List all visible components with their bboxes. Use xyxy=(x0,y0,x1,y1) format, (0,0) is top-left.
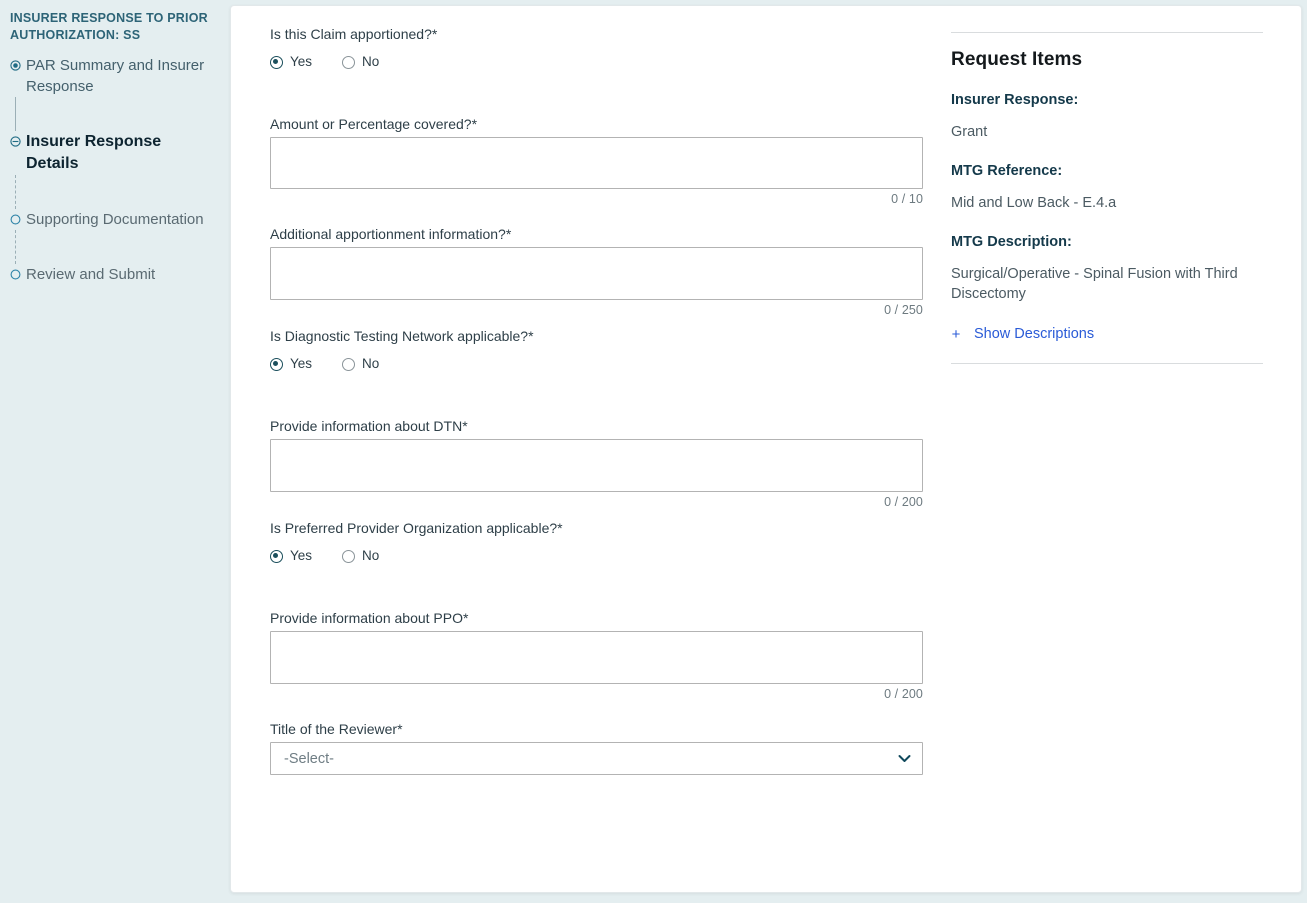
show-descriptions-label: Show Descriptions xyxy=(974,326,1094,342)
value-mtg-description: Surgical/Operative - Spinal Fusion with … xyxy=(951,264,1263,304)
stepper-title: INSURER RESPONSE TO PRIOR AUTHORIZATION:… xyxy=(10,10,216,43)
request-items-panel: Request Items Insurer Response: Grant MT… xyxy=(951,32,1263,364)
stepper-connector-2 xyxy=(15,175,16,209)
radio-mark-icon xyxy=(270,550,283,563)
filled-radio-icon xyxy=(10,60,21,71)
counter-ppo-info: 0 / 200 xyxy=(270,687,923,701)
label-mtg-description: MTG Description: xyxy=(951,233,1263,252)
panel-divider-bottom xyxy=(951,363,1263,364)
insurer-response-details-form: Is this Claim apportioned?* Yes No Amoun… xyxy=(270,25,925,775)
select-value: -Select- xyxy=(284,751,334,767)
wizard-stepper-sidebar: INSURER RESPONSE TO PRIOR AUTHORIZATION:… xyxy=(0,0,230,903)
label-amount-or-percentage-covered: Amount or Percentage covered?* xyxy=(270,115,925,133)
panel-divider-top xyxy=(951,32,1263,33)
radio-ppo-applicable-yes[interactable]: Yes xyxy=(270,549,332,563)
stepper-connector-3 xyxy=(15,230,16,264)
radio-mark-icon xyxy=(270,358,283,371)
value-mtg-reference: Mid and Low Back - E.4.a xyxy=(951,193,1263,213)
stepper-step-label: Supporting Documentation xyxy=(26,209,204,230)
stepper-connector-1 xyxy=(15,97,16,131)
radio-label: No xyxy=(362,357,379,371)
textarea-amount-or-percentage-covered[interactable] xyxy=(270,137,923,189)
show-descriptions-toggle[interactable]: + Show Descriptions xyxy=(951,326,1263,342)
radio-group-ppo-applicable[interactable]: Yes No xyxy=(270,549,925,563)
radio-dtn-applicable-yes[interactable]: Yes xyxy=(270,357,332,371)
stepper-step-label: Review and Submit xyxy=(26,264,155,285)
radio-group-dtn-applicable[interactable]: Yes No xyxy=(270,357,925,371)
radio-label: Yes xyxy=(290,549,312,563)
select-title-of-reviewer[interactable]: -Select- xyxy=(270,742,923,775)
radio-mark-icon xyxy=(342,358,355,371)
radio-label: No xyxy=(362,55,379,69)
radio-label: Yes xyxy=(290,55,312,69)
empty-circle-icon xyxy=(10,214,21,225)
label-mtg-reference: MTG Reference: xyxy=(951,162,1263,181)
label-claim-apportioned: Is this Claim apportioned?* xyxy=(270,25,925,43)
label-title-of-reviewer: Title of the Reviewer* xyxy=(270,720,925,738)
stepper-step-supporting-documentation[interactable]: Supporting Documentation xyxy=(10,209,216,230)
label-insurer-response: Insurer Response: xyxy=(951,91,1263,110)
textarea-additional-apportionment-information[interactable] xyxy=(270,247,923,300)
empty-circle-icon xyxy=(10,269,21,280)
value-insurer-response: Grant xyxy=(951,122,1263,142)
radio-dtn-applicable-no[interactable]: No xyxy=(342,357,404,371)
textarea-dtn-info[interactable] xyxy=(270,439,923,492)
chevron-down-icon xyxy=(898,754,911,763)
counter-amount-or-percentage-covered: 0 / 10 xyxy=(270,192,923,206)
radio-mark-icon xyxy=(270,56,283,69)
radio-label: Yes xyxy=(290,357,312,371)
textarea-ppo-info[interactable] xyxy=(270,631,923,684)
radio-claim-apportioned-yes[interactable]: Yes xyxy=(270,55,332,69)
label-dtn-info: Provide information about DTN* xyxy=(270,417,925,435)
stepper-step-review-and-submit[interactable]: Review and Submit xyxy=(10,264,216,285)
counter-dtn-info: 0 / 200 xyxy=(270,495,923,509)
main-content-card: Is this Claim apportioned?* Yes No Amoun… xyxy=(230,5,1302,893)
label-ppo-applicable: Is Preferred Provider Organization appli… xyxy=(270,519,925,537)
stepper-step-label: Insurer Response Details xyxy=(26,131,216,175)
radio-ppo-applicable-no[interactable]: No xyxy=(342,549,404,563)
radio-mark-icon xyxy=(342,56,355,69)
stepper-step-label: PAR Summary and Insurer Response xyxy=(26,55,216,97)
counter-additional-apportionment-information: 0 / 250 xyxy=(270,303,923,317)
radio-label: No xyxy=(362,549,379,563)
label-ppo-info: Provide information about PPO* xyxy=(270,609,925,627)
request-items-title: Request Items xyxy=(951,49,1263,71)
in-progress-circle-icon xyxy=(10,136,21,147)
radio-group-claim-apportioned[interactable]: Yes No xyxy=(270,55,925,69)
plus-icon: + xyxy=(951,327,961,342)
radio-claim-apportioned-no[interactable]: No xyxy=(342,55,404,69)
label-dtn-applicable: Is Diagnostic Testing Network applicable… xyxy=(270,327,925,345)
label-additional-apportionment-information: Additional apportionment information?* xyxy=(270,225,925,243)
stepper-step-par-summary[interactable]: PAR Summary and Insurer Response xyxy=(10,55,216,97)
stepper-step-insurer-response-details[interactable]: Insurer Response Details xyxy=(10,131,216,175)
radio-mark-icon xyxy=(342,550,355,563)
